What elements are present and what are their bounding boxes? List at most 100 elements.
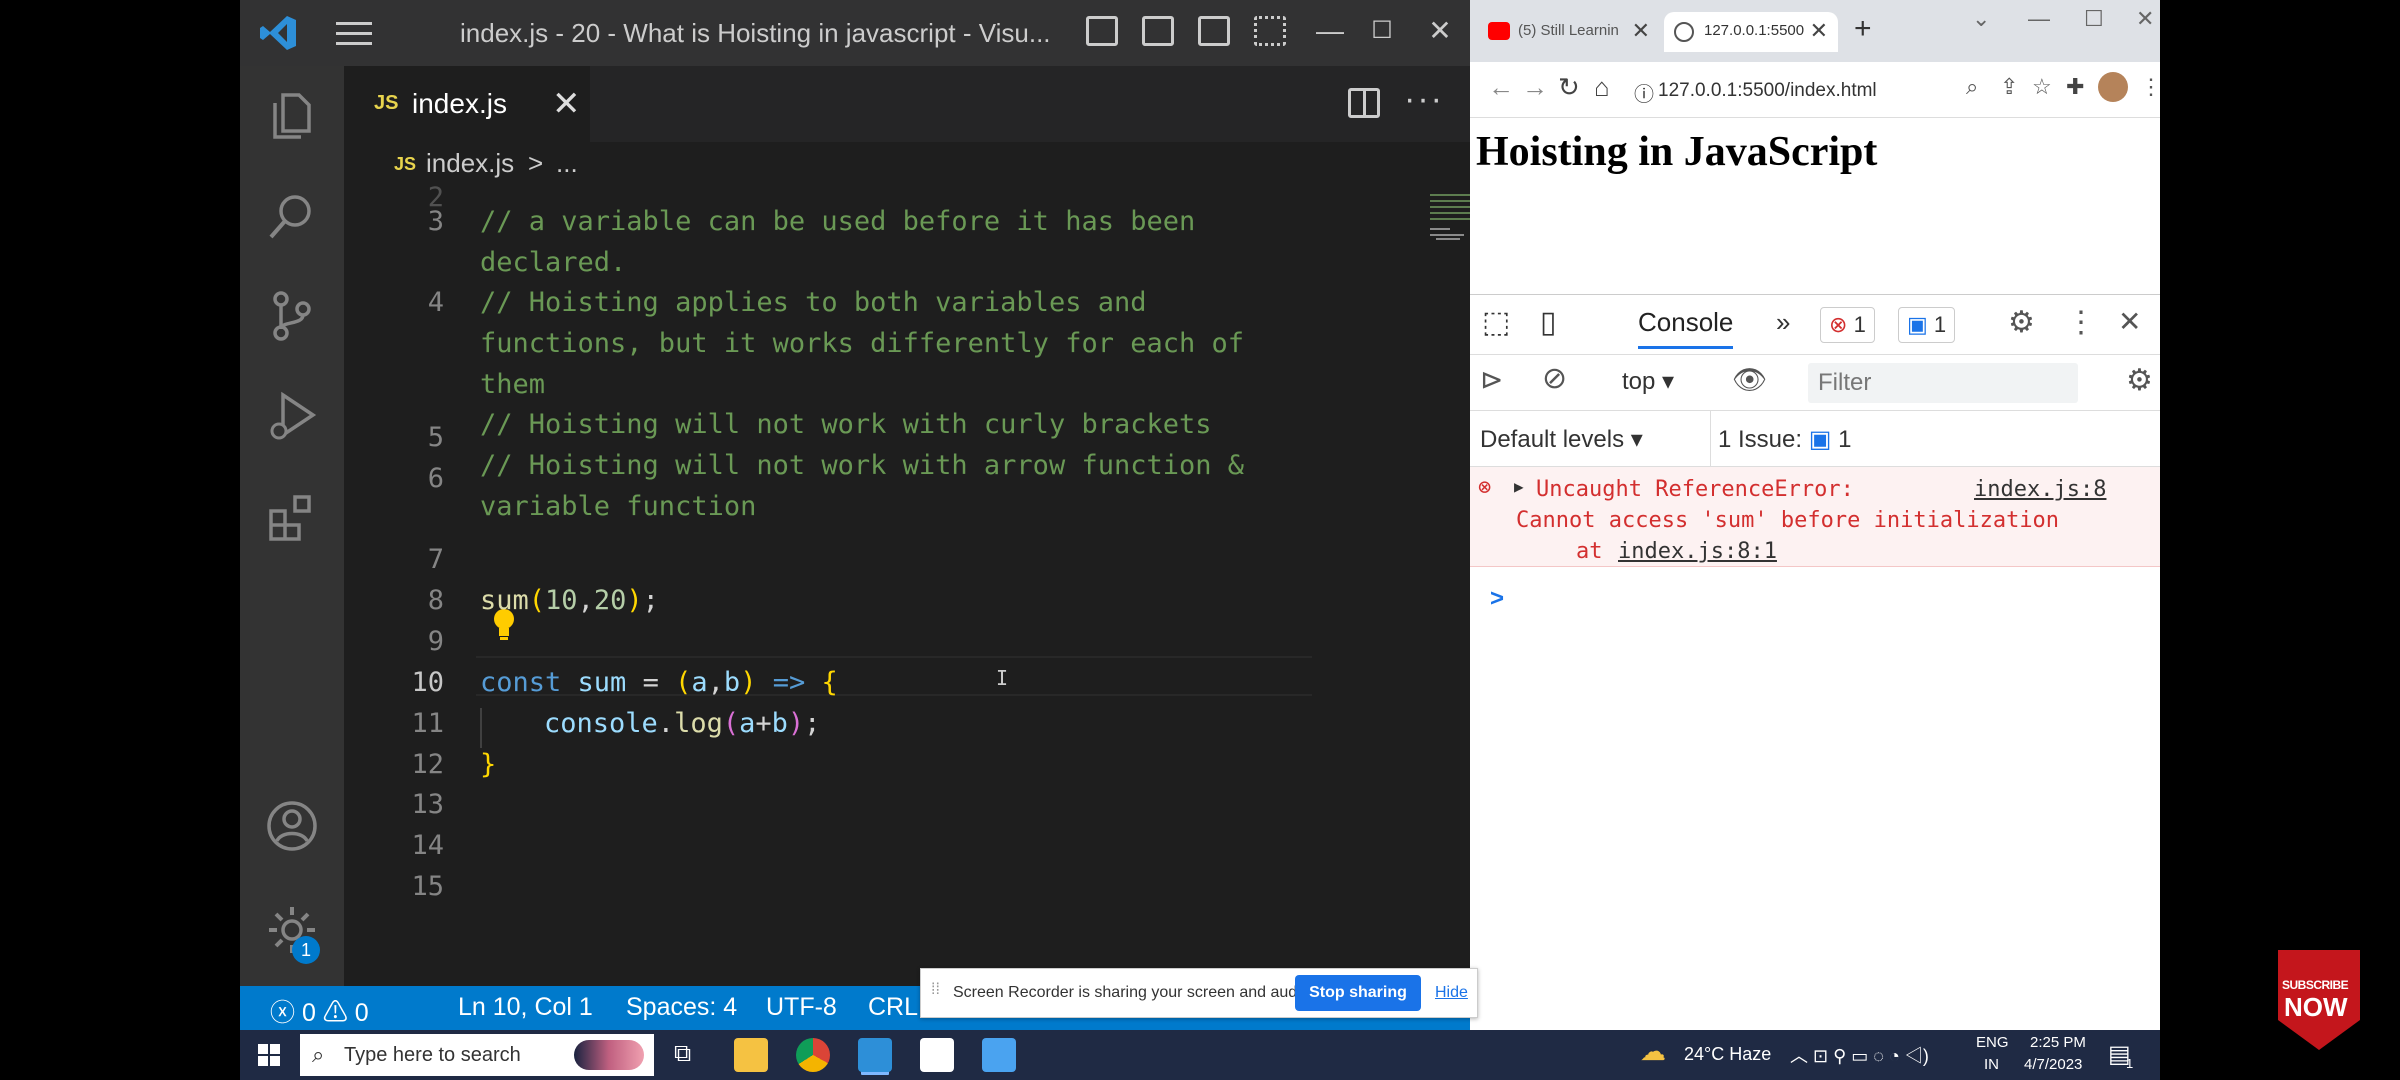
message-icon: ▣ [1907, 312, 1928, 337]
new-tab-button[interactable]: + [1854, 12, 1872, 46]
run-debug-icon[interactable] [262, 386, 322, 446]
console-toolbar: ⊳ ⊘ top ▾ 👁 Filter ⚙ [1470, 355, 2160, 411]
extensions-puzzle-icon[interactable]: ✚ [2066, 74, 2084, 100]
issues-link[interactable]: 1 Issue: ▣ 1 [1718, 425, 1851, 454]
home-icon[interactable]: ⌂ [1594, 72, 1610, 103]
task-view-icon[interactable]: ⧉ [674, 1040, 691, 1068]
more-tabs-icon[interactable]: » [1776, 307, 1790, 338]
close-tab-icon[interactable]: ✕ [552, 84, 581, 124]
weather-text[interactable]: 24°C Haze [1684, 1044, 1771, 1065]
screen-recorder-icon[interactable] [982, 1038, 1016, 1072]
issues-badge[interactable]: ▣ 1 [1898, 307, 1956, 343]
drag-handle-icon[interactable]: ⁞⁞ [931, 981, 940, 999]
maximize-button[interactable]: ☐ [2084, 6, 2104, 32]
back-icon[interactable]: ← [1488, 72, 1514, 103]
menu-kebab-icon[interactable]: ⋮ [2140, 74, 2162, 100]
zoom-icon[interactable]: ⌕ [1966, 74, 1978, 100]
code-line: variable function [480, 491, 757, 522]
error-count-badge[interactable]: ⊗ 1 [1820, 307, 1875, 343]
subscribe-badge[interactable]: SUBSCRIBE NOW [2272, 950, 2366, 1050]
extensions-icon[interactable] [262, 486, 322, 546]
problems-indicator[interactable]: ⓧ 0 ⚠ 0 [270, 993, 369, 1029]
more-actions-icon[interactable]: ··· [1404, 80, 1444, 119]
chrome-icon[interactable] [796, 1038, 830, 1072]
windows-start-icon[interactable] [258, 1044, 280, 1066]
address-bar[interactable]: ⓘ 127.0.0.1:5500/index.html [1634, 70, 1946, 110]
inspect-element-icon[interactable]: ⬚ [1482, 305, 1510, 340]
vscode-titlebar: index.js - 20 - What is Hoisting in java… [240, 0, 1470, 66]
minimize-button[interactable]: — [1310, 14, 1350, 48]
breadcrumb-file[interactable]: index.js [426, 148, 514, 179]
customize-layout-icon[interactable] [1254, 16, 1286, 46]
profile-avatar[interactable] [2098, 72, 2128, 102]
console-prompt[interactable]: > [1490, 585, 1504, 613]
language-bottom[interactable]: IN [1984, 1056, 1999, 1073]
activity-bar: 1 [240, 66, 344, 986]
search-icon[interactable] [262, 186, 322, 246]
globe-icon [1674, 22, 1694, 42]
browser-tab-localhost[interactable]: 127.0.0.1:5500/i ✕ [1664, 12, 1838, 52]
cursor-position[interactable]: Ln 10, Col 1 [458, 993, 593, 1022]
clock-time[interactable]: 2:25 PM [2030, 1034, 2086, 1051]
error-stack-link[interactable]: index.js:8:1 [1618, 539, 1777, 564]
toggle-panel-icon[interactable] [1142, 16, 1174, 46]
info-icon[interactable]: ⓘ [1634, 78, 1654, 107]
context-select[interactable]: top ▾ [1622, 367, 1674, 396]
source-control-icon[interactable] [262, 286, 322, 346]
encoding[interactable]: UTF-8 [766, 993, 837, 1022]
language-top[interactable]: ENG [1976, 1034, 2009, 1051]
sidebar-toggle-icon[interactable]: ⊳ [1480, 363, 1503, 396]
close-window-button[interactable]: ✕ [2136, 6, 2154, 32]
accounts-icon[interactable] [262, 796, 322, 856]
indentation[interactable]: Spaces: 4 [626, 993, 737, 1022]
bookmark-star-icon[interactable]: ☆ [2032, 74, 2052, 100]
toggle-sidebar-icon[interactable] [1086, 16, 1118, 46]
reload-icon[interactable]: ↻ [1558, 72, 1580, 103]
close-devtools-icon[interactable]: ✕ [2118, 305, 2141, 338]
forward-icon[interactable]: → [1522, 72, 1548, 103]
tray-icons[interactable]: ︿ ⊡ ⚲ ▭ ◌ ◔ ◁) [1790, 1042, 1929, 1068]
code-line: // Hoisting will not work with arrow fun… [480, 450, 1245, 481]
photos-icon[interactable] [920, 1038, 954, 1072]
minimize-button[interactable]: — [2028, 6, 2050, 32]
more-options-icon[interactable]: ⋮ [2066, 305, 2096, 340]
explorer-icon[interactable] [262, 86, 322, 146]
tab-console[interactable]: Console [1638, 307, 1734, 349]
expand-triangle-icon[interactable]: ▶ [1514, 477, 1524, 496]
filter-input[interactable]: Filter [1808, 363, 2078, 403]
maximize-button[interactable]: ☐ [1362, 14, 1402, 48]
stop-sharing-button[interactable]: Stop sharing [1295, 975, 1421, 1011]
editor-tabs: JS index.js ✕ ··· [344, 66, 1470, 142]
hide-link[interactable]: Hide [1435, 984, 1468, 1002]
close-window-button[interactable]: ✕ [1420, 14, 1460, 48]
tab-index-js[interactable]: JS index.js ✕ [344, 66, 590, 142]
device-toolbar-icon[interactable]: ▯ [1540, 305, 1557, 340]
vscode-taskbar-icon[interactable] [858, 1038, 892, 1072]
line-number: 6 [427, 463, 444, 494]
settings-gear-icon[interactable]: ⚙ [2008, 305, 2035, 340]
live-expression-eye-icon[interactable]: 👁 [1732, 363, 1768, 396]
tab-search-icon[interactable]: ⌄ [1972, 6, 1990, 32]
clear-console-icon[interactable]: ⊘ [1542, 361, 1567, 396]
taskbar-search[interactable]: ⌕ Type here to search [300, 1034, 654, 1076]
warning-count: 0 [354, 999, 369, 1027]
toggle-secondary-sidebar-icon[interactable] [1198, 16, 1230, 46]
line-number: 4 [427, 287, 444, 318]
close-tab-icon[interactable]: ✕ [1632, 18, 1650, 44]
browser-tab-youtube[interactable]: (5) Still Learning ✕ [1478, 12, 1660, 52]
error-title: Uncaught ReferenceError: [1536, 477, 1854, 502]
close-tab-icon[interactable]: ✕ [1810, 18, 1828, 44]
console-settings-icon[interactable]: ⚙ [2126, 363, 2153, 398]
error-source-link[interactable]: index.js:8 [1974, 477, 2106, 502]
split-editor-icon[interactable] [1348, 88, 1380, 118]
manage-gear-icon[interactable]: 1 [262, 900, 322, 964]
file-explorer-icon[interactable] [734, 1038, 768, 1072]
share-icon[interactable]: ⇪ [2000, 74, 2018, 100]
clock-date[interactable]: 4/7/2023 [2024, 1056, 2082, 1073]
weather-icon[interactable]: ☁ [1640, 1036, 1666, 1067]
menu-icon[interactable] [336, 22, 372, 46]
code-line-8: sum(10,20); [480, 585, 659, 616]
levels-dropdown[interactable]: Default levels ▾ [1480, 425, 1643, 454]
breadcrumb-symbols[interactable]: ... [556, 148, 578, 179]
code-editor[interactable]: I 2 3 4 5 6 7 8 9 10 11 12 13 14 15 // a… [344, 182, 1566, 978]
